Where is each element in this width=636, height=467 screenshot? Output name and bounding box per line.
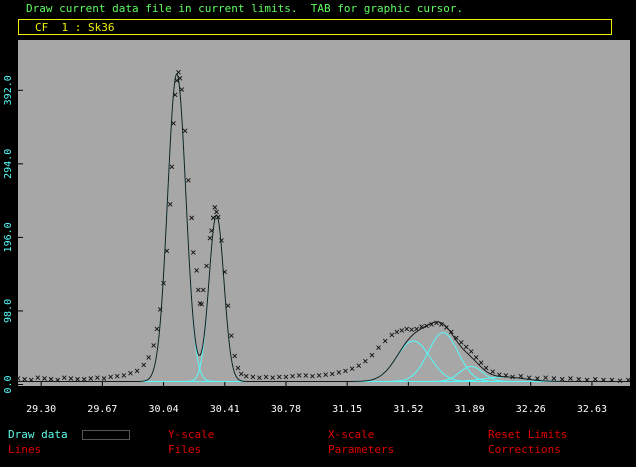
x-tick-label: 30.04 [149,404,179,415]
status-line: Draw current data file in current limits… [26,2,464,15]
menu-draw-data[interactable]: Draw data [8,428,68,441]
y-tick-label: 0.0 [3,375,14,393]
y-tick-label: 294.0 [3,149,14,179]
current-file-label: CF 1 : Sk36 [35,21,115,34]
menu-files[interactable]: Files [168,443,201,456]
x-tick-label: 29.30 [26,404,56,415]
x-tick-label: 32.26 [516,404,546,415]
menu-x-scale[interactable]: X-scale [328,428,374,441]
x-tick-label: 31.15 [332,404,362,415]
y-tick-label: 98.0 [3,299,14,323]
menu-corrections[interactable]: Corrections [488,443,561,456]
plot-area [18,40,630,386]
x-tick-label: 29.67 [87,404,117,415]
current-file-box: CF 1 : Sk36 [18,19,612,35]
x-tick-label: 31.52 [393,404,423,415]
x-tick-label: 32.63 [577,404,607,415]
menu-parameters[interactable]: Parameters [328,443,394,456]
x-tick-label: 30.41 [210,404,240,415]
x-tick-label: 30.78 [271,404,301,415]
y-tick-label: 196.0 [3,222,14,252]
menu-reset-limits[interactable]: Reset Limits [488,428,567,441]
spectrum-plot[interactable]: 0.0 98.0 196.0 294.0 392.0 29.30 29.67 30.04 30.… [0,40,636,426]
menu-y-scale[interactable]: Y-scale [168,428,214,441]
y-tick-label: 392.0 [3,75,14,105]
menu-lines[interactable]: Lines [8,443,41,456]
x-tick-label: 31.89 [455,404,485,415]
